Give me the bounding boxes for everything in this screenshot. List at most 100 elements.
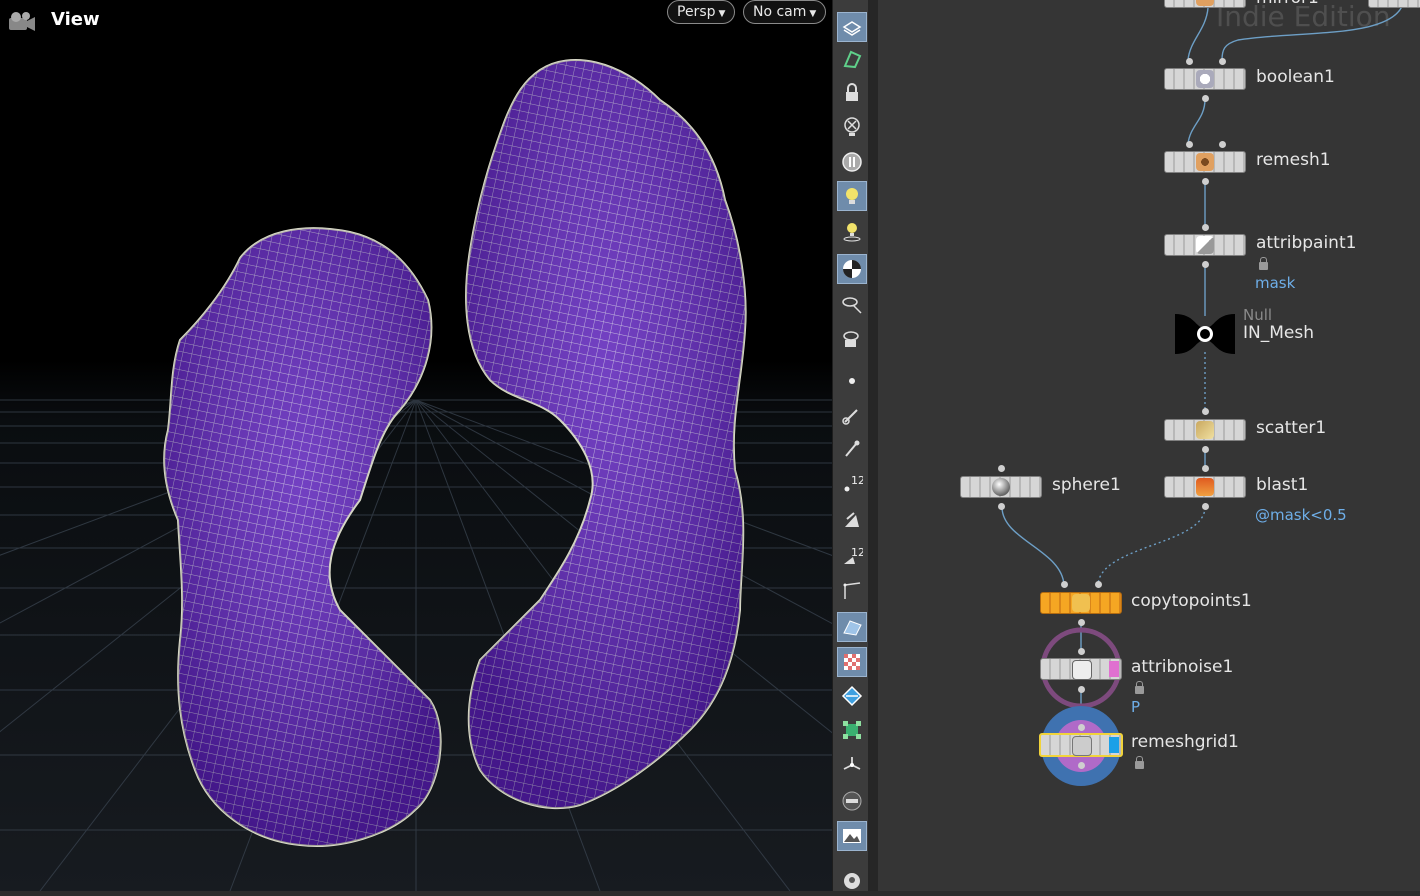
- camera-icon[interactable]: [837, 324, 867, 354]
- node-scatter1[interactable]: [1164, 419, 1246, 441]
- node-label-attribnoise1: attribnoise1: [1131, 657, 1234, 677]
- node-remeshgrid1[interactable]: [1039, 733, 1123, 757]
- caret-down-icon: ▼: [809, 9, 817, 19]
- frame-icon[interactable]: [837, 866, 867, 896]
- node-attribnoise1[interactable]: [1040, 658, 1122, 680]
- input-port[interactable]: [1078, 648, 1085, 655]
- output-port[interactable]: [1202, 261, 1209, 268]
- scene-canvas[interactable]: [0, 0, 832, 891]
- wire-mirror-boolean: [1187, 7, 1209, 61]
- uv-icon[interactable]: [837, 647, 867, 677]
- light-icon[interactable]: [837, 181, 867, 211]
- input-port[interactable]: [998, 465, 1005, 472]
- geometry-icon[interactable]: [837, 44, 867, 74]
- node-blast1[interactable]: [1164, 476, 1246, 498]
- brush-icon[interactable]: [837, 400, 867, 430]
- node-sub-blast1: @mask<0.5: [1255, 506, 1347, 524]
- origin-icon[interactable]: [837, 750, 867, 780]
- perspective-label: Persp: [677, 4, 716, 20]
- network-editor[interactable]: Indie Edition mirror1: [878, 0, 1420, 891]
- reference-icon[interactable]: [837, 147, 867, 177]
- surface-icon[interactable]: [837, 612, 867, 642]
- scatter-node-icon: [1196, 421, 1214, 439]
- output-port[interactable]: [1202, 503, 1209, 510]
- lock-icon[interactable]: [837, 78, 867, 108]
- input-port[interactable]: [1061, 581, 1068, 588]
- node-label-sphere1: sphere1: [1052, 475, 1121, 495]
- point-number-icon[interactable]: 12: [837, 469, 867, 499]
- input-port[interactable]: [1095, 581, 1102, 588]
- paint-icon[interactable]: [837, 505, 867, 535]
- input-port[interactable]: [1186, 141, 1193, 148]
- node-in-mesh[interactable]: [1175, 314, 1235, 354]
- node-type-null: Null: [1243, 306, 1273, 324]
- boolean-node-icon: [1196, 70, 1214, 88]
- output-port[interactable]: [1078, 762, 1085, 769]
- output-port[interactable]: [998, 503, 1005, 510]
- viewport-toolbar: 12 12: [832, 0, 869, 891]
- visualize-icon[interactable]: [837, 289, 867, 319]
- node-sub-attribpaint1: mask: [1255, 274, 1296, 292]
- node-label-attribpaint1: attribpaint1: [1256, 233, 1357, 253]
- sphere-node-icon: [992, 478, 1010, 496]
- output-port[interactable]: [1078, 686, 1085, 693]
- attribpaint-node-icon: [1196, 236, 1214, 254]
- node-label-boolean1: boolean1: [1256, 67, 1335, 87]
- node-sub-attribnoise1: P: [1131, 698, 1141, 716]
- node-boolean1[interactable]: [1164, 68, 1246, 90]
- output-port[interactable]: [1202, 178, 1209, 185]
- attribnoise-node-icon: [1072, 660, 1092, 680]
- node-sphere1[interactable]: [960, 476, 1042, 498]
- node-copytopoints1[interactable]: [1040, 592, 1122, 614]
- view-camera-icon[interactable]: [6, 8, 38, 36]
- svg-text:12: 12: [851, 474, 863, 487]
- mirror-node-icon: [1196, 0, 1214, 6]
- template-flag[interactable]: [1109, 661, 1119, 677]
- pane-divider[interactable]: [868, 0, 878, 891]
- normal-icon[interactable]: [837, 681, 867, 711]
- node-remesh1[interactable]: [1164, 151, 1246, 173]
- pen-icon[interactable]: [837, 434, 867, 464]
- shading-icon[interactable]: [837, 254, 867, 284]
- input-port[interactable]: [1219, 58, 1226, 65]
- display-flag[interactable]: [1109, 737, 1119, 753]
- blast-node-icon: [1196, 478, 1214, 496]
- input-port[interactable]: [1078, 724, 1085, 731]
- remeshgrid-node-icon: [1072, 736, 1092, 756]
- lock-icon[interactable]: [1135, 681, 1144, 694]
- headlight-icon[interactable]: [837, 216, 867, 246]
- node-label-blast1: blast1: [1256, 475, 1309, 495]
- output-port[interactable]: [1078, 619, 1085, 626]
- caret-down-icon: ▼: [718, 9, 726, 19]
- node-label-copytopoints1: copytopoints1: [1131, 591, 1252, 611]
- node-label-remeshgrid1: remeshgrid1: [1131, 732, 1239, 752]
- display-options-icon[interactable]: [837, 12, 867, 42]
- background-icon[interactable]: [837, 821, 867, 851]
- node-label-scatter1: scatter1: [1256, 418, 1327, 438]
- output-port[interactable]: [1202, 446, 1209, 453]
- perspective-menu-button[interactable]: Persp ▼: [667, 0, 736, 24]
- viewport[interactable]: View Persp ▼ No cam ▼: [0, 0, 832, 891]
- camera-menu-button[interactable]: No cam ▼: [743, 0, 827, 24]
- node-offscreen[interactable]: [1368, 0, 1420, 8]
- wire-sphere-copy: [1001, 506, 1065, 586]
- input-port[interactable]: [1202, 408, 1209, 415]
- camera-label: No cam: [753, 4, 807, 20]
- wire-right-boolean: [1221, 0, 1405, 61]
- node-label-mirror1: mirror1: [1256, 0, 1319, 8]
- bounding-icon[interactable]: [837, 715, 867, 745]
- output-port[interactable]: [1202, 95, 1209, 102]
- ghost-icon[interactable]: [837, 112, 867, 142]
- lock-icon[interactable]: [1259, 257, 1268, 270]
- input-port[interactable]: [1202, 224, 1209, 231]
- lock-icon[interactable]: [1135, 756, 1144, 769]
- input-port[interactable]: [1219, 141, 1226, 148]
- node-attribpaint1[interactable]: [1164, 234, 1246, 256]
- node-mirror1[interactable]: [1164, 0, 1246, 8]
- input-port[interactable]: [1186, 58, 1193, 65]
- input-port[interactable]: [1202, 465, 1209, 472]
- point-icon[interactable]: [837, 366, 867, 396]
- edge-icon[interactable]: [837, 576, 867, 606]
- prim-number-icon[interactable]: 12: [837, 541, 867, 571]
- snapshot-icon[interactable]: [837, 786, 867, 816]
